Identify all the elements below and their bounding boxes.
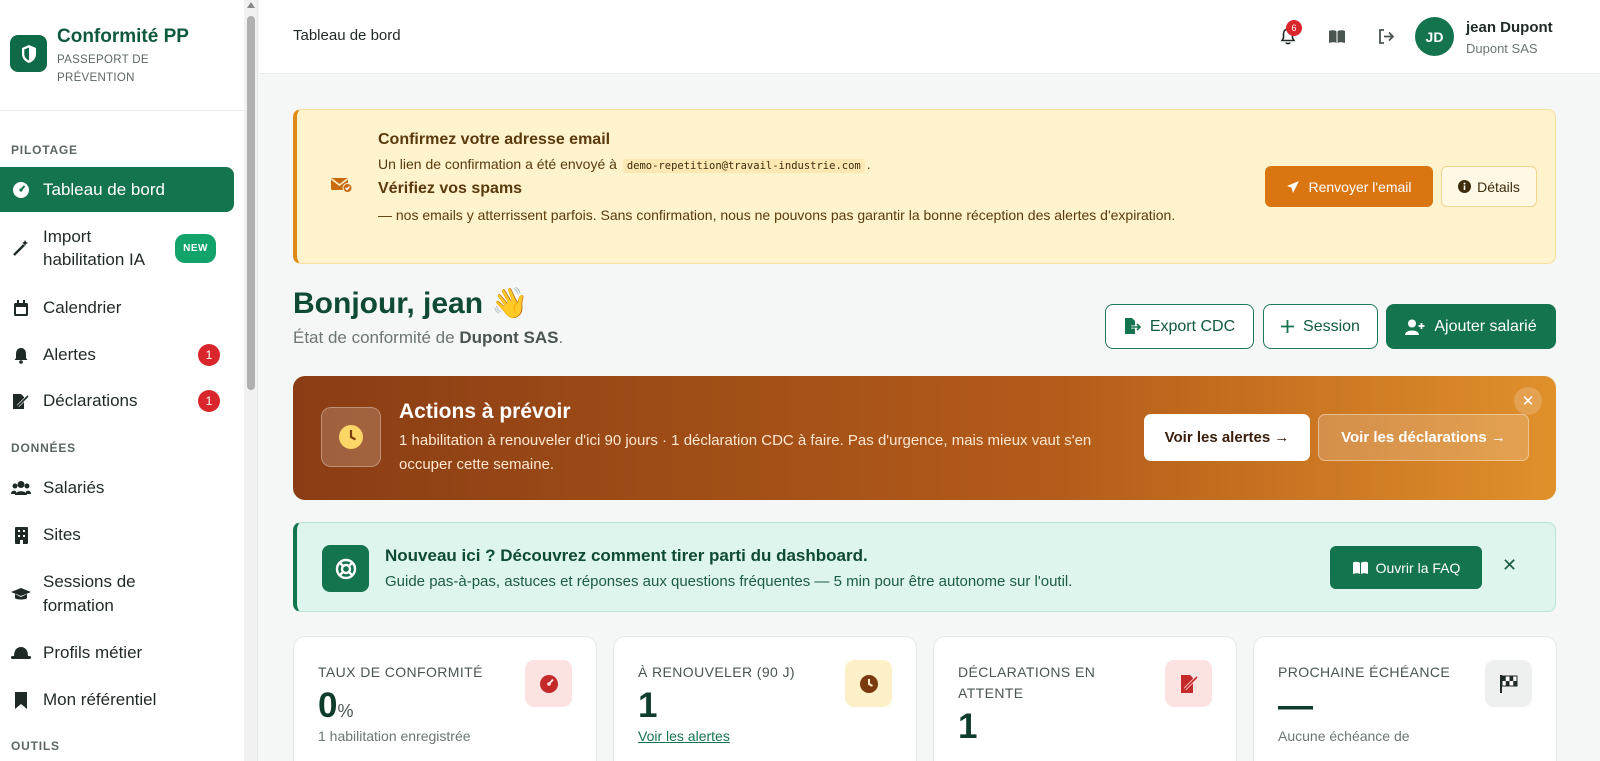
email-address: demo-repetition@travail-industrie.com	[622, 159, 865, 173]
brand[interactable]: Conformité PP PASSEPORT DE PRÉVENTION	[0, 0, 257, 111]
stat-value: 1	[958, 707, 978, 746]
alert-count-badge: 1	[198, 344, 220, 366]
sidebar-item-calendrier[interactable]: Calendrier	[0, 296, 234, 320]
stat-label: PROCHAINE ÉCHÉANCE	[1278, 664, 1451, 680]
details-button[interactable]: Détails	[1441, 166, 1537, 207]
sidebar-item-alertes[interactable]: Alertes 1	[0, 343, 234, 367]
calendar-icon	[11, 298, 31, 318]
user-plus-icon	[1405, 319, 1425, 335]
file-signature-icon	[1165, 660, 1212, 707]
new-badge: NEW	[175, 233, 216, 263]
view-declarations-button[interactable]: Voir les déclarations →	[1318, 414, 1529, 461]
stat-label: TAUX DE CONFORMITÉ	[318, 664, 483, 680]
stat-value: 1	[638, 686, 658, 725]
gauge-icon	[525, 660, 572, 707]
brand-title: Conformité PP	[57, 26, 189, 47]
stat-label: DÉCLARATIONS EN ATTENTE	[958, 664, 1096, 701]
export-cdc-button[interactable]: Export CDC	[1105, 304, 1254, 349]
view-alerts-link[interactable]: Voir les alertes	[638, 728, 730, 744]
user-company: Dupont SAS	[1466, 41, 1538, 56]
email-banner-title: Confirmez votre adresse email	[378, 131, 611, 148]
topbar: Tableau de bord	[259, 0, 1600, 74]
faq-text: Guide pas-à-pas, astuces et réponses aux…	[385, 573, 1073, 590]
notification-count-badge: 6	[1286, 20, 1302, 36]
bell-icon	[11, 345, 31, 365]
sidebar-item-mon-referentiel[interactable]: Mon référentiel	[0, 688, 234, 712]
close-icon[interactable]: ✕	[1514, 387, 1542, 415]
envelope-check-icon	[331, 177, 353, 198]
declaration-count-badge: 1	[198, 390, 220, 412]
scroll-thumb[interactable]	[247, 16, 255, 390]
email-banner-subtitle: Vérifiez vos spams	[378, 180, 523, 197]
stat-card-prochaine-echeance: PROCHAINE ÉCHÉANCE — Aucune échéance de	[1253, 636, 1557, 761]
hard-hat-icon	[11, 643, 31, 663]
stat-card-conformite: TAUX DE CONFORMITÉ 0% 1 habilitation enr…	[293, 636, 597, 761]
bookmark-icon	[11, 690, 31, 710]
stat-label: À RENOUVELER (90 J)	[638, 664, 795, 680]
book-icon[interactable]	[1327, 26, 1347, 46]
faq-title: Nouveau ici ? Découvrez comment tirer pa…	[385, 546, 868, 565]
building-icon	[11, 525, 31, 545]
actions-banner: Actions à prévoir 1 habilitation à renou…	[293, 376, 1556, 500]
email-banner-note: — nos emails y atterrissent parfois. San…	[378, 207, 1176, 223]
user-name: jean Dupont	[1466, 19, 1553, 36]
avatar[interactable]: JD	[1415, 17, 1454, 56]
sidebar-item-profils-metier[interactable]: Profils métier	[0, 641, 234, 665]
users-icon	[11, 478, 31, 498]
section-label-donnees: DONNÉES	[11, 441, 76, 455]
sidebar-scrollbar[interactable]	[244, 0, 257, 761]
book-open-icon	[1352, 561, 1368, 574]
view-alerts-button[interactable]: Voir les alertes →	[1144, 414, 1310, 461]
open-faq-button[interactable]: Ouvrir la FAQ	[1330, 546, 1482, 589]
add-employee-button[interactable]: Ajouter salarié	[1386, 304, 1556, 349]
email-banner-text: Un lien de confirmation a été envoyé à d…	[378, 156, 871, 173]
sidebar-item-sessions-formation[interactable]: Sessions de formation	[0, 570, 234, 618]
graduation-cap-icon	[11, 584, 31, 604]
stat-value: 0%	[318, 686, 354, 725]
greeting-subtitle: État de conformité de Dupont SAS.	[293, 328, 564, 347]
stat-card-a-renouveler: À RENOUVELER (90 J) 1 Voir les alertes	[613, 636, 917, 761]
stat-foot: 1 habilitation enregistrée	[318, 728, 471, 744]
shield-icon	[10, 35, 47, 72]
gauge-icon	[11, 180, 31, 200]
close-icon[interactable]: ✕	[1502, 555, 1517, 576]
stat-foot: Aucune échéance de	[1278, 728, 1410, 744]
section-label-pilotage: PILOTAGE	[11, 143, 78, 157]
resend-email-button[interactable]: Renvoyer l'email	[1265, 166, 1433, 207]
sidebar-item-tableau-de-bord[interactable]: Tableau de bord	[0, 167, 234, 212]
clock-icon	[845, 660, 892, 707]
sidebar-item-sites[interactable]: Sites	[0, 523, 234, 547]
checkered-flag-icon	[1485, 660, 1532, 707]
logout-icon[interactable]	[1376, 26, 1396, 46]
file-signature-icon	[11, 391, 31, 411]
greeting-title: Bonjour, jean 👋	[293, 287, 529, 320]
scroll-up-arrow-icon[interactable]	[247, 2, 255, 8]
session-button[interactable]: Session	[1263, 304, 1378, 349]
section-label-outils: OUTILS	[11, 739, 60, 753]
stat-value: —	[1278, 686, 1313, 725]
sidebar-item-import-ia[interactable]: Import habilitation IA NEW	[0, 224, 234, 272]
email-confirmation-banner: Confirmez votre adresse email Un lien de…	[293, 109, 1556, 264]
actions-text: 1 habilitation à renouveler d'ici 90 jou…	[399, 432, 1092, 473]
actions-title: Actions à prévoir	[399, 400, 571, 423]
send-icon	[1287, 180, 1300, 193]
sidebar-item-declarations[interactable]: Déclarations 1	[0, 389, 234, 413]
sidebar-item-salaries[interactable]: Salariés	[0, 476, 234, 500]
faq-banner: Nouveau ici ? Découvrez comment tirer pa…	[293, 522, 1556, 612]
lifebuoy-icon	[322, 545, 369, 592]
plus-icon	[1281, 320, 1295, 333]
stat-card-declarations: DÉCLARATIONS EN ATTENTE 1	[933, 636, 1237, 761]
brand-subtitle: PASSEPORT DE PRÉVENTION	[57, 54, 149, 84]
magic-wand-icon	[11, 238, 31, 258]
info-icon	[1458, 180, 1472, 193]
file-export-icon	[1124, 318, 1141, 334]
page-title: Tableau de bord	[293, 27, 401, 44]
sidebar: Conformité PP PASSEPORT DE PRÉVENTION PI…	[0, 0, 258, 761]
clock-icon	[321, 407, 381, 467]
